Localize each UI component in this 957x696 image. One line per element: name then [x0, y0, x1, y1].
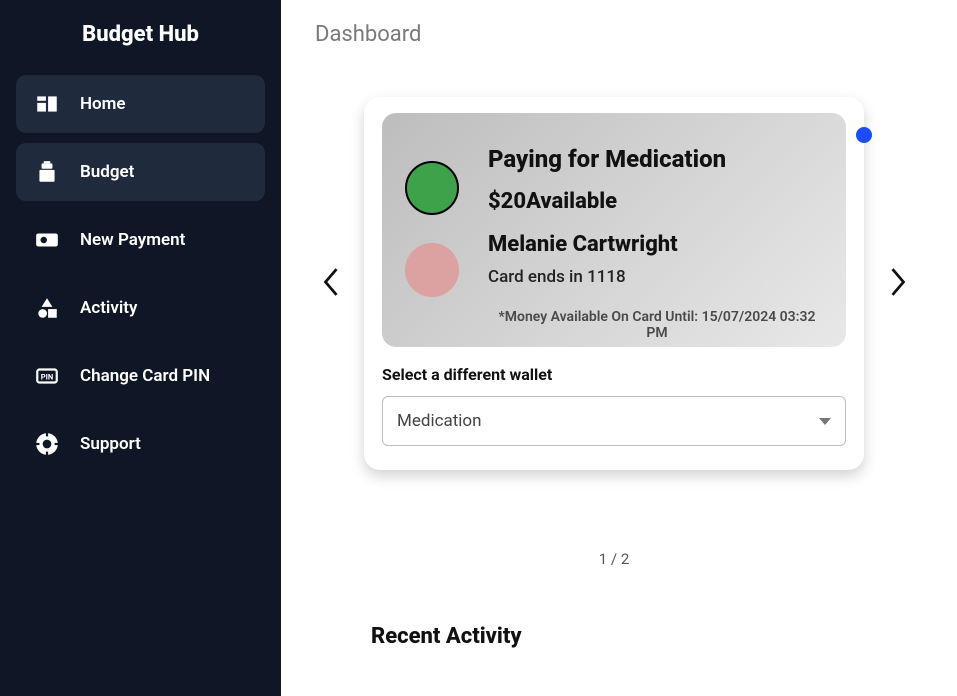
wallet-select-label: Select a different wallet [382, 365, 846, 384]
nav-home-label: Home [80, 94, 126, 114]
wallet-select[interactable]: Medication [382, 396, 846, 446]
chevron-right-icon [887, 264, 909, 304]
carousel-next-button[interactable] [882, 267, 913, 301]
wallet-balance-amount: $20 [488, 189, 526, 214]
shapes-icon [34, 295, 60, 321]
nav-change-pin-label: Change Card PIN [80, 366, 210, 386]
sidebar: Budget Hub Home Budget New Payment Activ… [0, 0, 281, 696]
wallet-tile-text: Paying for Medication $20Available Melan… [488, 131, 826, 341]
notification-dot-icon [856, 127, 872, 143]
nav-budget-label: Budget [80, 162, 134, 182]
nav-activity-label: Activity [80, 298, 137, 318]
wallet-balance: $20Available [488, 189, 826, 214]
nav-new-payment-label: New Payment [80, 230, 185, 250]
wallet-card-ends: Card ends in 1118 [488, 267, 826, 287]
wallet-balance-status: Available [526, 189, 617, 214]
nav-change-pin[interactable]: PIN Change Card PIN [16, 347, 265, 405]
chevron-left-icon [320, 264, 342, 304]
carousel-page-indicator: 1 / 2 [315, 550, 913, 568]
pin-icon: PIN [34, 363, 60, 389]
wallet-tile: Paying for Medication $20Available Melan… [382, 113, 846, 347]
nav-activity[interactable]: Activity [16, 279, 265, 337]
app-title: Budget Hub [16, 22, 265, 47]
main-content: Dashboard Paying for Medication $20A [281, 0, 957, 696]
page-sep: / [607, 550, 621, 568]
chevron-down-icon [819, 418, 831, 425]
nav-home[interactable]: Home [16, 75, 265, 133]
page-total: 2 [621, 550, 629, 568]
wallet-footnote: *Money Available On Card Until: 15/07/20… [488, 309, 826, 341]
nav-support-label: Support [80, 434, 141, 454]
home-icon [34, 91, 60, 117]
nav-budget[interactable]: Budget [16, 143, 265, 201]
wallet-owner-name: Melanie Cartwright [488, 232, 826, 257]
svg-text:PIN: PIN [41, 372, 53, 381]
status-green-icon [405, 161, 459, 215]
recent-activity-heading: Recent Activity [371, 624, 913, 649]
carousel-prev-button[interactable] [315, 267, 346, 301]
nav-new-payment[interactable]: New Payment [16, 211, 265, 269]
wallet-title: Paying for Medication [488, 145, 826, 173]
calculator-icon [34, 159, 60, 185]
avatar-icon [405, 243, 459, 297]
wallet-card-last4: 1118 [587, 267, 626, 287]
payment-icon [34, 227, 60, 253]
wallet-status-icons [400, 131, 464, 341]
wallet-select-value: Medication [397, 411, 482, 431]
page-title: Dashboard [315, 22, 913, 47]
wallet-card-wrap: Paying for Medication $20Available Melan… [364, 97, 864, 470]
support-icon [34, 431, 60, 457]
nav-support[interactable]: Support [16, 415, 265, 473]
wallet-carousel: Paying for Medication $20Available Melan… [315, 97, 913, 470]
wallet-card: Paying for Medication $20Available Melan… [364, 97, 864, 470]
wallet-card-ends-prefix: Card ends in [488, 267, 587, 287]
page-current: 1 [599, 550, 607, 568]
